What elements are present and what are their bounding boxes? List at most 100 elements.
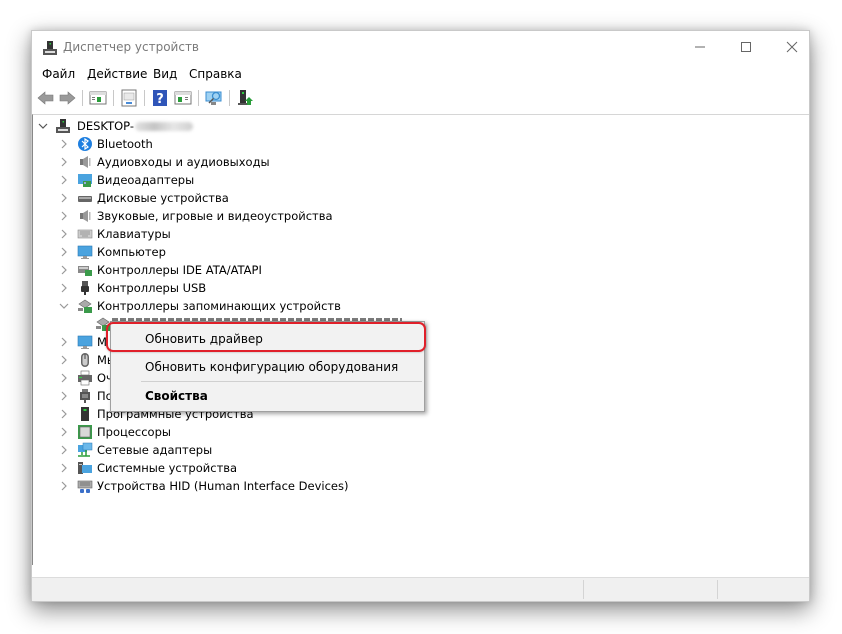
tree-item-label: Компьютер bbox=[97, 245, 166, 259]
processor-icon bbox=[78, 425, 92, 439]
update-driver-icon[interactable] bbox=[236, 89, 254, 107]
obscured-computer-name bbox=[134, 122, 193, 131]
toolbar-separator bbox=[144, 90, 145, 106]
properties-icon[interactable] bbox=[120, 89, 138, 107]
tree-category[interactable]: Процессоры bbox=[33, 423, 433, 441]
back-arrow-icon[interactable] bbox=[37, 89, 55, 107]
chevron-right-icon[interactable] bbox=[59, 229, 69, 239]
chevron-right-icon[interactable] bbox=[59, 481, 69, 491]
forward-arrow-icon[interactable] bbox=[58, 89, 76, 107]
toolbar-separator bbox=[198, 90, 199, 106]
show-action-pane-icon[interactable] bbox=[174, 89, 192, 107]
show-hide-console-tree-icon[interactable] bbox=[89, 89, 107, 107]
menu-item-scan-hardware-changes[interactable]: Обновить конфигурацию оборудования bbox=[145, 360, 398, 374]
highlight-annotation bbox=[106, 322, 426, 352]
computer-root-icon bbox=[56, 119, 70, 133]
keyboard-icon bbox=[77, 229, 93, 239]
printer-icon bbox=[78, 370, 92, 386]
close-icon bbox=[786, 41, 798, 53]
tree-category[interactable]: Клавиатуры bbox=[33, 225, 433, 243]
chevron-right-icon[interactable] bbox=[59, 247, 69, 257]
chevron-right-icon[interactable] bbox=[59, 283, 69, 293]
ide-controller-icon bbox=[78, 266, 92, 276]
tree-item-label: Системные устройства bbox=[97, 461, 238, 475]
menu-help[interactable]: Справка bbox=[189, 67, 242, 81]
tree-item-label: Аудиовходы и аудиовыходы bbox=[97, 155, 270, 169]
menu-bar: Файл Действие Вид Справка bbox=[32, 64, 809, 86]
chevron-right-icon[interactable] bbox=[59, 157, 69, 167]
svg-text:?: ? bbox=[156, 92, 164, 107]
mouse-icon bbox=[81, 353, 89, 367]
menu-file[interactable]: Файл bbox=[42, 67, 75, 81]
menu-view[interactable]: Вид bbox=[153, 67, 177, 81]
chevron-right-icon[interactable] bbox=[59, 391, 69, 401]
scan-hardware-icon[interactable] bbox=[205, 89, 223, 107]
tree-category[interactable]: Компьютер bbox=[33, 243, 433, 261]
tree-category[interactable]: Контроллеры запоминающих устройств bbox=[33, 297, 433, 315]
tree-category[interactable]: Аудиовходы и аудиовыходы bbox=[33, 153, 433, 171]
system-device-icon bbox=[78, 462, 92, 474]
tree-category[interactable]: Bluetooth bbox=[33, 135, 433, 153]
status-divider bbox=[717, 580, 718, 599]
tree-item-label: Звуковые, игровые и видеоустройства bbox=[97, 209, 333, 223]
chevron-right-icon[interactable] bbox=[59, 373, 69, 383]
tree-category[interactable]: Контроллеры USB bbox=[33, 279, 433, 297]
chevron-right-icon[interactable] bbox=[59, 265, 69, 275]
tree-category[interactable]: Контроллеры IDE ATA/ATAPI bbox=[33, 261, 433, 279]
chevron-right-icon[interactable] bbox=[59, 355, 69, 365]
chevron-right-icon[interactable] bbox=[59, 175, 69, 185]
chevron-down-icon[interactable] bbox=[38, 121, 48, 131]
menu-item-properties[interactable]: Свойства bbox=[145, 389, 208, 403]
maximize-button[interactable] bbox=[723, 31, 769, 63]
status-divider bbox=[583, 580, 584, 599]
tree-category[interactable]: Видеоадаптеры bbox=[33, 171, 433, 189]
minimize-icon bbox=[695, 46, 705, 48]
hid-icon bbox=[77, 480, 93, 493]
monitor-icon bbox=[77, 335, 93, 349]
chevron-right-icon[interactable] bbox=[59, 139, 69, 149]
chevron-right-icon[interactable] bbox=[59, 409, 69, 419]
tree-category[interactable]: Устройства HID (Human Interface Devices) bbox=[33, 477, 433, 495]
tree-item-label: Устройства HID (Human Interface Devices) bbox=[97, 479, 349, 493]
chevron-right-icon[interactable] bbox=[59, 337, 69, 347]
software-device-icon bbox=[81, 407, 89, 421]
tree-item-label: Сетевые адаптеры bbox=[97, 443, 213, 457]
status-bar bbox=[32, 577, 809, 601]
port-icon bbox=[80, 389, 90, 403]
usb-icon bbox=[81, 281, 89, 295]
tree-category[interactable]: Звуковые, игровые и видеоустройства bbox=[33, 207, 433, 225]
device-manager-window: Диспетчер устройств Файл Действие Вид Сп… bbox=[31, 30, 810, 602]
tree-category[interactable]: Системные устройства bbox=[33, 459, 433, 477]
bluetooth-icon bbox=[78, 137, 92, 151]
tree-root[interactable]: DESKTOP- bbox=[33, 117, 433, 135]
tree-category[interactable]: Сетевые адаптеры bbox=[33, 441, 433, 459]
title-bar[interactable]: Диспетчер устройств bbox=[32, 31, 809, 64]
chevron-right-icon[interactable] bbox=[59, 445, 69, 455]
tree-item-label: Дисковые устройства bbox=[97, 191, 229, 205]
menu-action[interactable]: Действие bbox=[87, 67, 147, 81]
chevron-down-icon[interactable] bbox=[59, 301, 69, 311]
chevron-right-icon[interactable] bbox=[59, 427, 69, 437]
menu-separator bbox=[141, 381, 422, 382]
network-adapter-icon bbox=[78, 442, 93, 457]
minimize-button[interactable] bbox=[677, 31, 723, 63]
tree-item-label: Видеоадаптеры bbox=[97, 173, 195, 187]
toolbar-separator bbox=[113, 90, 114, 106]
tree-item-label: Контроллеры IDE ATA/ATAPI bbox=[97, 263, 262, 277]
close-button[interactable] bbox=[769, 31, 815, 63]
help-icon[interactable]: ? bbox=[151, 89, 169, 107]
tree-category[interactable]: Дисковые устройства bbox=[33, 189, 433, 207]
chevron-right-icon[interactable] bbox=[59, 211, 69, 221]
tree-root-label: DESKTOP- bbox=[77, 119, 193, 133]
toolbar: ? bbox=[32, 86, 809, 110]
chevron-right-icon[interactable] bbox=[59, 193, 69, 203]
tree-item-label: Клавиатуры bbox=[97, 227, 171, 241]
speaker-icon bbox=[80, 156, 91, 168]
tree-item-label: Процессоры bbox=[97, 425, 171, 439]
tree-item-label: Bluetooth bbox=[97, 137, 153, 151]
window-title: Диспетчер устройств bbox=[63, 40, 200, 54]
chevron-right-icon[interactable] bbox=[59, 463, 69, 473]
disk-drive-icon bbox=[78, 196, 92, 202]
monitor-icon bbox=[77, 245, 93, 259]
tree-item-label: Контроллеры запоминающих устройств bbox=[97, 299, 341, 313]
